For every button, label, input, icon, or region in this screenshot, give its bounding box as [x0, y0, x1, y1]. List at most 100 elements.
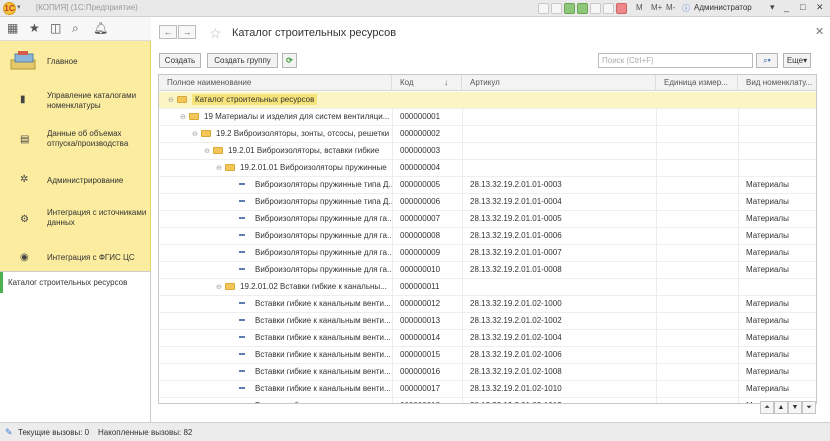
- history-icon[interactable]: ◫: [50, 21, 61, 35]
- item-icon: [239, 370, 245, 372]
- info-icon[interactable]: ⓘ: [682, 3, 690, 14]
- current-user[interactable]: Администратор: [694, 3, 752, 12]
- column-header-code[interactable]: Код ↓: [392, 75, 462, 91]
- document-icon: ▤: [20, 134, 30, 145]
- table-row[interactable]: Вставки гибкие к канальным венти... 00000…: [159, 364, 816, 381]
- item-icon: [239, 319, 245, 321]
- table-row[interactable]: Виброизоляторы пружинные типа Д... 000000…: [159, 177, 816, 194]
- app-menu-chevron-icon[interactable]: ▾: [17, 3, 21, 11]
- cell-name: ⊖ Каталог строительных ресурсов: [159, 92, 392, 108]
- window-title: [КОПИЯ] (1С:Предприятие): [36, 3, 138, 12]
- collapse-icon[interactable]: ⊖: [168, 93, 177, 108]
- clipboard-icon[interactable]: [616, 3, 627, 14]
- cell-article: 28.13.32.19.2.01.02-1008: [470, 367, 562, 376]
- column-header-name[interactable]: Полное наименование: [159, 75, 392, 91]
- table-row[interactable]: Виброизоляторы пружинные для га... 000000…: [159, 245, 816, 262]
- table-row[interactable]: Вставки гибкие к канальным венти... 00000…: [159, 330, 816, 347]
- table-row[interactable]: Вставки гибкие к канальным венти... 00000…: [159, 296, 816, 313]
- cell-code: [400, 92, 465, 108]
- open-window-tab[interactable]: Каталог строительных ресурсов: [0, 271, 151, 293]
- create-button[interactable]: Создать: [159, 53, 201, 68]
- memory-plus-button[interactable]: M+: [651, 3, 662, 12]
- memory-button[interactable]: M: [636, 3, 643, 12]
- table-row[interactable]: ⊖ 19.2.01.02 Вставки гибкие к канальны...…: [159, 279, 816, 296]
- minimize-icon[interactable]: _: [784, 2, 789, 12]
- catalog-table[interactable]: Полное наименование Код ↓ Артикул Единица…: [158, 74, 817, 404]
- close-icon[interactable]: ✕: [816, 2, 824, 13]
- column-header-article[interactable]: Артикул: [462, 75, 656, 91]
- cell-kind: [746, 92, 816, 108]
- scroll-top-button[interactable]: ⏶: [760, 401, 774, 414]
- search-button[interactable]: ⌕▾: [756, 53, 778, 68]
- sidebar-item-integration-sources[interactable]: ⚙ Интеграция с источниками данных: [0, 201, 151, 241]
- home-icon: [10, 51, 36, 70]
- favorites-star-icon[interactable]: ★: [29, 21, 40, 35]
- collapse-icon[interactable]: ⊖: [216, 280, 225, 295]
- table-row[interactable]: Вставки гибкие к канальным венти... 00000…: [159, 398, 816, 403]
- close-form-icon[interactable]: ✕: [815, 25, 824, 38]
- column-header-unit[interactable]: Единица измер...: [656, 75, 738, 91]
- column-header-kind[interactable]: Вид номенклату...: [738, 75, 816, 91]
- forward-button[interactable]: →: [178, 25, 196, 39]
- table-row[interactable]: Вставки гибкие к канальным венти... 00000…: [159, 381, 816, 398]
- refresh-icon[interactable]: ⟳: [282, 53, 297, 68]
- cell-name: Виброизоляторы пружинные типа Д...: [159, 177, 392, 193]
- table-row[interactable]: ⊖ 19.2.01 Виброизоляторы, вставки гибкие 0…: [159, 143, 816, 160]
- back-button[interactable]: ←: [159, 25, 177, 39]
- collapse-icon[interactable]: ⊖: [180, 110, 189, 125]
- maximize-icon[interactable]: □: [800, 2, 805, 12]
- table-row[interactable]: ⊖ 19.2.01.01 Виброизоляторы пружинные 0000…: [159, 160, 816, 177]
- search-input[interactable]: [598, 53, 753, 68]
- table-row[interactable]: Вставки гибкие к канальным венти... 00000…: [159, 313, 816, 330]
- table-row[interactable]: Виброизоляторы пружинные типа Д... 000000…: [159, 194, 816, 211]
- cell-name: Виброизоляторы пружинные для га...: [159, 262, 392, 278]
- sidebar-item-admin[interactable]: ✲ Администрирование: [0, 161, 151, 201]
- sidebar-item-catalogs[interactable]: ▮ Управление каталогами номенклатуры: [0, 81, 151, 121]
- table-row[interactable]: ⊖ 19 Материалы и изделия для систем венти…: [159, 109, 816, 126]
- cell-code: 000000005: [400, 180, 441, 189]
- settings-chevron-icon[interactable]: ▾: [770, 2, 775, 13]
- sidebar-item-main[interactable]: Главное: [0, 41, 151, 81]
- calendar-icon[interactable]: [590, 3, 601, 14]
- save-icon[interactable]: [551, 3, 562, 14]
- table-row[interactable]: Виброизоляторы пружинные для га... 000000…: [159, 262, 816, 279]
- cell-article: [470, 143, 655, 159]
- scroll-up-button[interactable]: ▲: [774, 401, 788, 414]
- cell-article: 28.13.32.19.2.01.01-0004: [470, 197, 562, 206]
- cell-name: Вставки гибкие к канальным венти...: [159, 364, 392, 380]
- scroll-down-button[interactable]: ▼: [788, 401, 802, 414]
- print-icon[interactable]: [538, 3, 549, 14]
- cell-kind: [746, 279, 816, 295]
- favorite-star-icon[interactable]: ☆: [209, 25, 222, 42]
- notifications-bell-icon[interactable]: 🔔︎: [93, 21, 108, 35]
- cell-name-text: Вставки гибкие к канальным венти...: [255, 350, 391, 359]
- cell-article: [470, 109, 655, 125]
- favorites-icon[interactable]: [577, 3, 588, 14]
- item-icon: [239, 183, 245, 185]
- link-icon[interactable]: [564, 3, 575, 14]
- integration-icon: ⚙: [20, 214, 29, 225]
- table-row[interactable]: Вставки гибкие к канальным венти... 00000…: [159, 347, 816, 364]
- cell-article: 28.13.32.19.2.01.02-1010: [470, 384, 562, 393]
- table-row[interactable]: Виброизоляторы пружинные для га... 000000…: [159, 228, 816, 245]
- table-row[interactable]: ⊖ Каталог строительных ресурсов: [159, 92, 816, 109]
- table-row[interactable]: Виброизоляторы пружинные для га... 000000…: [159, 211, 816, 228]
- menu-grid-icon[interactable]: ▦: [7, 21, 18, 35]
- create-group-button[interactable]: Создать группу: [207, 53, 278, 68]
- app-logo-icon[interactable]: 1C: [3, 2, 16, 15]
- more-button[interactable]: Еще▾: [783, 53, 811, 68]
- scroll-bottom-button[interactable]: ⏷: [802, 401, 816, 414]
- table-row[interactable]: ⊖ 19.2 Виброизоляторы, зонты, отсосы, реш…: [159, 126, 816, 143]
- item-icon: [239, 336, 245, 338]
- memory-minus-button[interactable]: M-: [666, 3, 675, 12]
- cell-article: 28.13.32.19.2.01.02-1002: [470, 316, 562, 325]
- collapse-icon[interactable]: ⊖: [204, 144, 213, 159]
- calculator-icon[interactable]: [603, 3, 614, 14]
- sidebar-item-volumes[interactable]: ▤ Данные об объемах отпуска/производства: [0, 121, 151, 161]
- cell-article: 28.13.32.19.2.01.01-0005: [470, 214, 562, 223]
- cell-code: 000000007: [400, 214, 441, 223]
- search-icon[interactable]: ⌕: [72, 21, 79, 36]
- cell-kind: Материалы: [746, 384, 789, 393]
- collapse-icon[interactable]: ⊖: [216, 161, 225, 176]
- collapse-icon[interactable]: ⊖: [192, 127, 201, 142]
